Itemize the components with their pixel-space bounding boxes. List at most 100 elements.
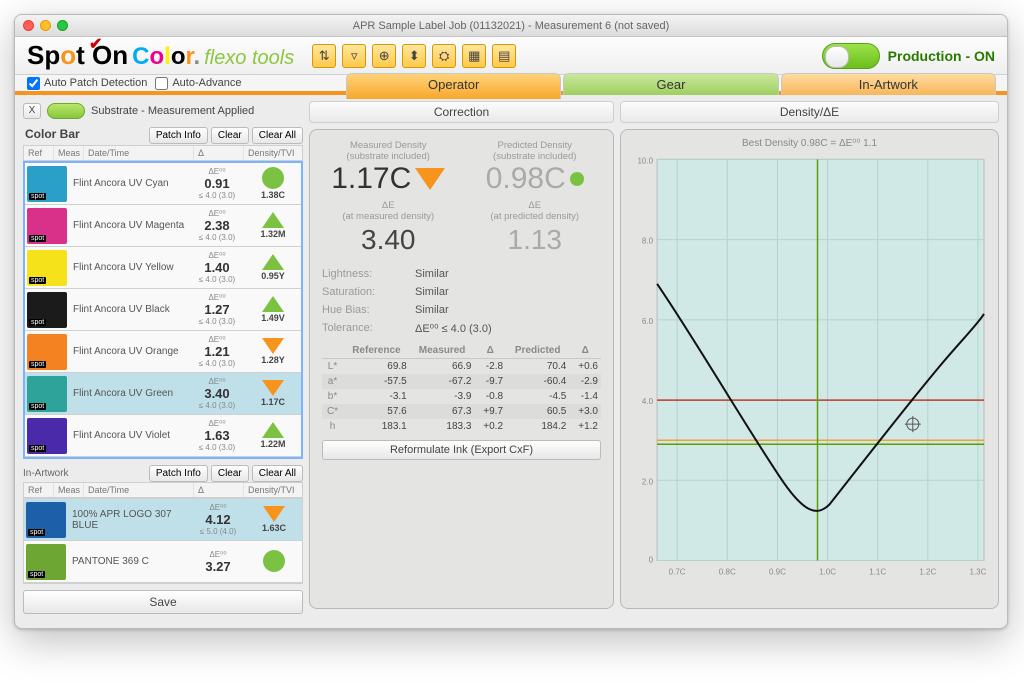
ink-name: 100% APR LOGO 307 BLUE bbox=[68, 509, 190, 531]
list-item[interactable]: Flint Ancora UV Magenta ΔE⁰⁰ 2.38 ≤ 4.0 … bbox=[25, 205, 301, 247]
main-tabs: Operator Gear In-Artwork bbox=[345, 73, 997, 99]
correction-panel: Measured Density (substrate included) 1.… bbox=[309, 129, 614, 609]
tab-operator[interactable]: Operator bbox=[346, 73, 561, 99]
tool-updown-icon[interactable]: ⬍ bbox=[402, 44, 426, 68]
svg-text:1.2C: 1.2C bbox=[919, 568, 936, 577]
svg-text:8.0: 8.0 bbox=[642, 237, 654, 246]
delta-cell: ΔE⁰⁰ 2.38 ≤ 4.0 (3.0) bbox=[189, 209, 245, 242]
list-item[interactable]: Flint Ancora UV Green ΔE⁰⁰ 3.40 ≤ 4.0 (3… bbox=[25, 373, 301, 415]
density-cell: 1.28Y bbox=[245, 338, 301, 365]
production-toggle-group: Production - ON bbox=[822, 43, 995, 69]
production-switch[interactable] bbox=[822, 43, 880, 69]
ink-name: Flint Ancora UV Green bbox=[69, 388, 189, 399]
density-header: Density/ΔE bbox=[620, 101, 999, 123]
list-item[interactable]: Flint Ancora UV Orange ΔE⁰⁰ 1.21 ≤ 4.0 (… bbox=[25, 331, 301, 373]
tool-factory-icon[interactable]: ⛭ bbox=[432, 44, 456, 68]
list-item[interactable]: Flint Ancora UV Violet ΔE⁰⁰ 1.63 ≤ 4.0 (… bbox=[25, 415, 301, 457]
reformulate-button[interactable]: Reformulate Ink (Export CxF) bbox=[322, 440, 601, 460]
inartwork-label: In-Artwork bbox=[23, 468, 69, 479]
window-title: APR Sample Label Job (01132021) - Measur… bbox=[15, 20, 1007, 32]
tool-target-icon[interactable]: ▿ bbox=[342, 44, 366, 68]
colorbar-list-header: Ref Meas Date/Time Δ Density/TVI bbox=[23, 145, 303, 161]
toolbar-icons: ⇅ ▿ ⊕ ⬍ ⛭ ▦ ▤ bbox=[312, 44, 516, 68]
save-button[interactable]: Save bbox=[23, 590, 303, 614]
svg-text:0.8C: 0.8C bbox=[719, 568, 736, 577]
patch-info-button[interactable]: Patch Info bbox=[149, 127, 208, 144]
ink-name: Flint Ancora UV Black bbox=[69, 304, 189, 315]
ia-clear-button[interactable]: Clear bbox=[211, 465, 249, 482]
swatch-icon bbox=[26, 502, 66, 538]
inartwork-list-header: Ref Meas Date/Time Δ Density/TVI bbox=[23, 482, 303, 498]
swatch-icon bbox=[26, 544, 66, 580]
correction-column: Correction Measured Density (substrate i… bbox=[309, 101, 614, 614]
ink-name: Flint Ancora UV Orange bbox=[69, 346, 189, 357]
density-cell: 1.32M bbox=[245, 212, 301, 239]
svg-text:0.9C: 0.9C bbox=[769, 568, 786, 577]
tool-panel2-icon[interactable]: ▤ bbox=[492, 44, 516, 68]
delta-cell: ΔE⁰⁰ 1.27 ≤ 4.0 (3.0) bbox=[189, 293, 245, 326]
status-ok-icon bbox=[570, 172, 584, 186]
predicted-density-label: Predicted Density bbox=[469, 140, 602, 151]
density-cell: 1.22M bbox=[245, 422, 301, 449]
swatch-icon bbox=[27, 208, 67, 244]
content: X Substrate - Measurement Applied Color … bbox=[15, 95, 1007, 628]
list-item[interactable]: Flint Ancora UV Cyan ΔE⁰⁰ 0.91 ≤ 4.0 (3.… bbox=[25, 163, 301, 205]
density-down-icon bbox=[415, 168, 445, 190]
ia-patch-info-button[interactable]: Patch Info bbox=[149, 465, 208, 482]
density-cell: 1.38C bbox=[245, 167, 301, 200]
svg-text:4.0: 4.0 bbox=[642, 397, 654, 406]
svg-text:1.1C: 1.1C bbox=[869, 568, 886, 577]
list-item[interactable]: PANTONE 369 C ΔE⁰⁰ 3.27 bbox=[24, 541, 302, 583]
svg-text:6.0: 6.0 bbox=[642, 317, 654, 326]
swatch-icon bbox=[27, 376, 67, 412]
density-column: Density/ΔE Best Density 0.98C = ΔE⁰⁰ 1.1 bbox=[620, 101, 999, 614]
swatch-icon bbox=[27, 292, 67, 328]
density-cell: 1.63C bbox=[246, 506, 302, 533]
measured-de-value: 3.40 bbox=[322, 224, 455, 256]
substrate-label: Substrate - Measurement Applied bbox=[91, 105, 254, 117]
density-graph-panel: Best Density 0.98C = ΔE⁰⁰ 1.1 bbox=[620, 129, 999, 609]
predicted-density-value: 0.98C bbox=[469, 162, 602, 196]
list-item[interactable]: Flint Ancora UV Yellow ΔE⁰⁰ 1.40 ≤ 4.0 (… bbox=[25, 247, 301, 289]
inartwork-list[interactable]: 100% APR LOGO 307 BLUE ΔE⁰⁰ 4.12 ≤ 5.0 (… bbox=[23, 498, 303, 584]
delta-cell: ΔE⁰⁰ 0.91 ≤ 4.0 (3.0) bbox=[189, 167, 245, 200]
list-item[interactable]: Flint Ancora UV Black ΔE⁰⁰ 1.27 ≤ 4.0 (3… bbox=[25, 289, 301, 331]
density-cell: 0.95Y bbox=[245, 254, 301, 281]
density-de-chart: 10.08.06.0 4.02.00 0.7C0.8C0.9C 1.0C1.1C… bbox=[629, 151, 990, 591]
svg-text:0.7C: 0.7C bbox=[669, 568, 686, 577]
app-logo: Spot ✔On Color. flexo tools bbox=[27, 40, 294, 71]
correction-header: Correction bbox=[309, 101, 614, 123]
substrate-close-button[interactable]: X bbox=[23, 103, 41, 119]
measured-density-label: Measured Density bbox=[322, 140, 455, 151]
delta-cell: ΔE⁰⁰ 1.40 ≤ 4.0 (3.0) bbox=[189, 251, 245, 284]
ink-name: Flint Ancora UV Cyan bbox=[69, 178, 189, 189]
brand-row: Spot ✔On Color. flexo tools ⇅ ▿ ⊕ ⬍ ⛭ ▦ … bbox=[15, 37, 1007, 75]
tab-artwork[interactable]: In-Artwork bbox=[781, 73, 996, 95]
colorbar-label: Color Bar bbox=[25, 127, 80, 141]
colorbar-list[interactable]: Flint Ancora UV Cyan ΔE⁰⁰ 0.91 ≤ 4.0 (3.… bbox=[23, 161, 303, 459]
svg-text:0: 0 bbox=[649, 556, 654, 565]
delta-cell: ΔE⁰⁰ 3.40 ≤ 4.0 (3.0) bbox=[189, 377, 245, 410]
auto-patch-checkbox[interactable]: Auto Patch Detection bbox=[27, 77, 147, 90]
delta-cell: ΔE⁰⁰ 4.12 ≤ 5.0 (4.0) bbox=[190, 503, 246, 536]
delta-cell: ΔE⁰⁰ 1.21 ≤ 4.0 (3.0) bbox=[189, 335, 245, 368]
clear-button[interactable]: Clear bbox=[211, 127, 249, 144]
swatch-icon bbox=[27, 166, 67, 202]
left-column: X Substrate - Measurement Applied Color … bbox=[23, 101, 303, 614]
auto-advance-checkbox[interactable]: Auto-Advance bbox=[155, 77, 241, 90]
delta-cell: ΔE⁰⁰ 1.63 ≤ 4.0 (3.0) bbox=[189, 419, 245, 452]
clear-all-button[interactable]: Clear All bbox=[252, 127, 303, 144]
app-window: APR Sample Label Job (01132021) - Measur… bbox=[14, 14, 1008, 629]
tool-panel1-icon[interactable]: ▦ bbox=[462, 44, 486, 68]
list-item[interactable]: 100% APR LOGO 307 BLUE ΔE⁰⁰ 4.12 ≤ 5.0 (… bbox=[24, 499, 302, 541]
attributes-list: Lightness:Similar Saturation:Similar Hue… bbox=[322, 266, 601, 337]
ink-name: Flint Ancora UV Magenta bbox=[69, 220, 189, 231]
ia-clear-all-button[interactable]: Clear All bbox=[252, 465, 303, 482]
tool-crosshair-icon[interactable]: ⊕ bbox=[372, 44, 396, 68]
tab-gear[interactable]: Gear bbox=[563, 73, 778, 95]
swatch-icon bbox=[27, 334, 67, 370]
ink-name: Flint Ancora UV Yellow bbox=[69, 262, 189, 273]
substrate-switch[interactable] bbox=[47, 103, 85, 119]
graph-title: Best Density 0.98C = ΔE⁰⁰ 1.1 bbox=[629, 138, 990, 149]
tool-arrows-icon[interactable]: ⇅ bbox=[312, 44, 336, 68]
